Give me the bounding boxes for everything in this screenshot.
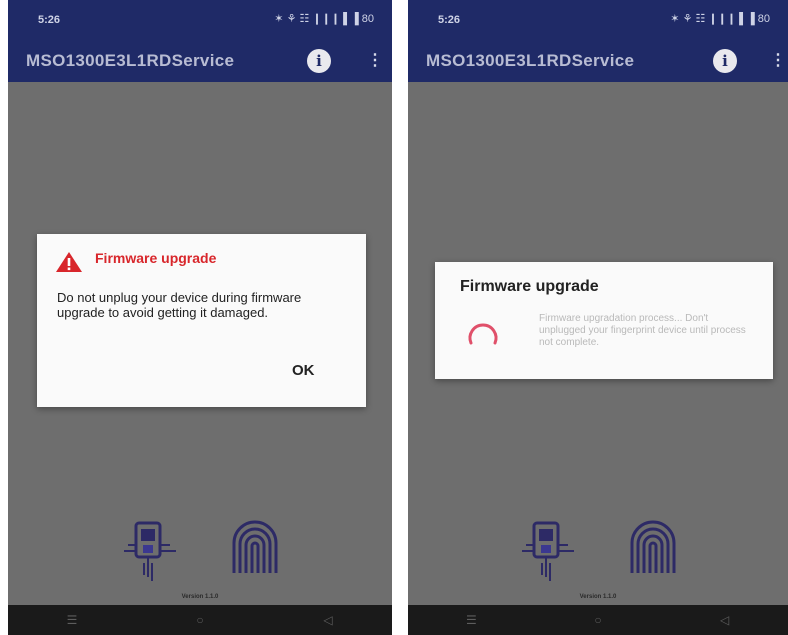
recents-button[interactable]: ☰ [456,610,486,630]
overflow-menu-icon[interactable]: ⋮ [770,52,786,70]
dialog-message: Firmware upgradation process... Don't un… [539,313,746,348]
home-button[interactable]: ○ [185,610,215,630]
info-icon[interactable]: i [307,49,331,73]
version-label: Version 1.1.0 [579,594,617,600]
dialog-title: Firmware upgrade [95,250,217,266]
app-bar: MSO1300E3L1RDService i ⋮ [408,40,788,82]
app-title: MSO1300E3L1RDService [26,51,235,70]
info-icon[interactable]: i [713,49,737,73]
ok-button[interactable]: OK [284,358,323,383]
system-nav-bar: ☰ ○ ◁ [408,605,788,635]
home-button[interactable]: ○ [583,610,613,630]
status-icons: ✶ ⚘ ☷ ❙❙❙ ▌▐ 80 [274,13,374,25]
fingerprint-icon [630,520,676,573]
fingerprint-icon [232,520,278,573]
back-button[interactable]: ◁ [710,610,740,630]
status-bar: 5:26 ✶ ⚘ ☷ ❙❙❙ ▌▐ 80 [408,0,788,40]
firmware-warning-dialog: Firmware upgrade Do not unplug your devi… [37,234,366,407]
system-nav-bar: ☰ ○ ◁ [8,605,392,635]
recents-button[interactable]: ☰ [57,610,87,630]
fingerprint-reader-icon [124,521,176,581]
dialog-title: Firmware upgrade [460,278,599,295]
status-time: 5:26 [438,14,461,26]
loading-spinner-icon [468,323,498,345]
overflow-menu-icon[interactable]: ⋮ [367,52,383,70]
version-label: Version 1.1.0 [181,594,219,600]
fingerprint-reader-icon [522,521,574,581]
app-title: MSO1300E3L1RDService [426,51,635,70]
status-bar: 5:26 ✶ ⚘ ☷ ❙❙❙ ▌▐ 80 [8,0,392,40]
status-time: 5:26 [38,14,61,26]
app-bar: MSO1300E3L1RDService i ⋮ [8,40,392,82]
back-button[interactable]: ◁ [313,610,343,630]
status-icons: ✶ ⚘ ☷ ❙❙❙ ▌▐ 80 [670,13,770,25]
firmware-progress-dialog: Firmware upgrade Firmware upgradation pr… [435,262,773,379]
warning-icon [56,252,82,272]
phone-screen-left: 5:26 ✶ ⚘ ☷ ❙❙❙ ▌▐ 80 MSO1300E3L1RDServic… [8,0,392,635]
dialog-message: Do not unplug your device during firmwar… [57,290,302,320]
phone-screen-right: 5:26 ✶ ⚘ ☷ ❙❙❙ ▌▐ 80 MSO1300E3L1RDServic… [408,0,788,635]
